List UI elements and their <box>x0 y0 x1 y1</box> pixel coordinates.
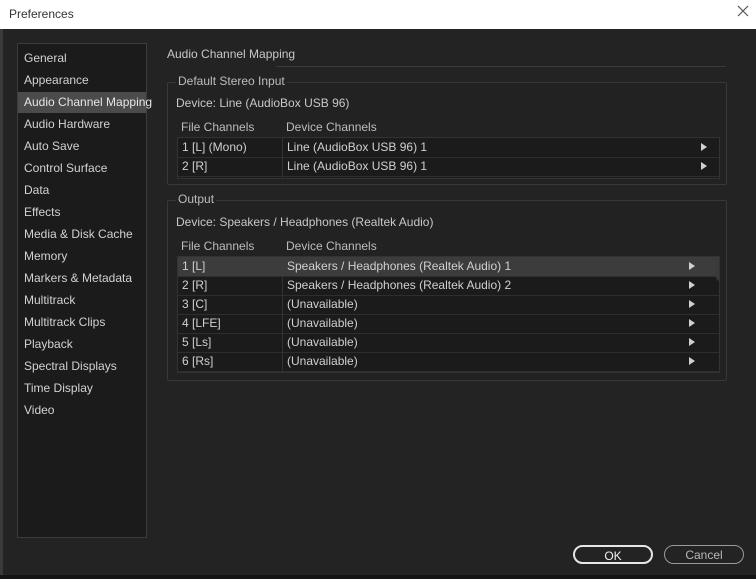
input-col-file-channels: File Channels <box>181 120 255 134</box>
channel-row[interactable]: 6 [Rs] (Unavailable) <box>178 352 719 372</box>
nav-item[interactable]: General <box>18 48 146 69</box>
nav-item[interactable]: Appearance <box>18 70 146 91</box>
file-channel-cell: 2 [R] <box>182 278 208 292</box>
default-stereo-input-group: Default Stereo Input Device: Line (Audio… <box>167 74 727 185</box>
preferences-nav-list: General Appearance Audio Channel Mapping Au… <box>17 43 152 538</box>
nav-item[interactable]: Data <box>18 180 146 201</box>
device-channel-cell: (Unavailable) <box>287 297 358 311</box>
nav-item[interactable]: Multitrack <box>18 290 146 311</box>
file-channel-cell: 4 [LFE] <box>182 316 221 330</box>
window-edge <box>0 29 3 579</box>
output-device-label: Device: Speakers / Headphones (Realtek A… <box>176 215 434 229</box>
triangle-right-icon[interactable] <box>701 162 707 170</box>
device-channel-cell: Speakers / Headphones (Realtek Audio) 1 <box>287 259 512 273</box>
nav-item[interactable]: Video <box>18 400 146 421</box>
section-divider <box>276 66 726 67</box>
section-title: Audio Channel Mapping <box>167 47 296 61</box>
close-icon[interactable] <box>736 4 750 18</box>
channel-row[interactable]: 5 [Ls] (Unavailable) <box>178 333 719 353</box>
output-col-file-channels: File Channels <box>181 239 255 253</box>
triangle-right-icon[interactable] <box>689 338 695 346</box>
input-device-label: Device: Line (AudioBox USB 96) <box>176 96 350 110</box>
channel-row[interactable]: 1 [L] Speakers / Headphones (Realtek Audi… <box>178 257 719 277</box>
table-scrollbar[interactable] <box>716 257 719 281</box>
file-channel-cell: 2 [R] <box>182 159 208 173</box>
default-stereo-input-legend: Default Stereo Input <box>176 74 287 88</box>
channel-row[interactable]: 1 [L] (Mono) Line (AudioBox USB 96) 1 <box>178 138 719 158</box>
channel-row[interactable]: 4 [LFE] (Unavailable) <box>178 314 719 334</box>
channel-row[interactable]: 2 [R] Line (AudioBox USB 96) 1 <box>178 157 719 177</box>
file-channel-cell: 1 [L] (Mono) <box>182 140 247 154</box>
nav-item[interactable]: Multitrack Clips <box>18 312 146 333</box>
device-channel-cell: (Unavailable) <box>287 335 358 349</box>
nav-item[interactable]: Auto Save <box>18 136 146 157</box>
channel-row[interactable]: 2 [R] Speakers / Headphones (Realtek Audi… <box>178 276 719 296</box>
nav-item[interactable]: Spectral Displays <box>18 356 146 377</box>
triangle-right-icon[interactable] <box>689 300 695 308</box>
input-channel-table: 1 [L] (Mono) Line (AudioBox USB 96) 12 [R… <box>177 137 720 179</box>
output-col-device-channels: Device Channels <box>286 239 377 253</box>
nav-item[interactable]: Audio Hardware <box>18 114 146 135</box>
nav-item[interactable]: Markers & Metadata <box>18 268 146 289</box>
device-channel-cell: Line (AudioBox USB 96) 1 <box>287 140 428 154</box>
file-channel-cell: 6 [Rs] <box>182 354 214 368</box>
triangle-right-icon[interactable] <box>689 357 695 365</box>
output-legend: Output <box>176 192 217 206</box>
triangle-right-icon[interactable] <box>689 262 695 270</box>
device-channel-cell: (Unavailable) <box>287 354 358 368</box>
device-channel-cell: (Unavailable) <box>287 316 358 330</box>
nav-item[interactable]: Media & Disk Cache <box>18 224 146 245</box>
nav-item[interactable]: Memory <box>18 246 146 267</box>
cancel-button[interactable]: Cancel <box>664 545 744 564</box>
window-title: Preferences <box>9 7 74 21</box>
device-channel-cell: Line (AudioBox USB 96) 1 <box>287 159 428 173</box>
input-col-device-channels: Device Channels <box>286 120 377 134</box>
file-channel-cell: 3 [C] <box>182 297 208 311</box>
output-group: Output Device: Speakers / Headphones (Re… <box>167 192 727 381</box>
nav-item[interactable]: Playback <box>18 334 146 355</box>
device-channel-cell: Speakers / Headphones (Realtek Audio) 2 <box>287 278 512 292</box>
triangle-right-icon[interactable] <box>701 143 707 151</box>
ok-button[interactable]: OK <box>573 545 653 564</box>
file-channel-cell: 1 [L] <box>182 259 206 273</box>
nav-item[interactable]: Audio Channel Mapping <box>18 92 152 113</box>
nav-item[interactable]: Control Surface <box>18 158 146 179</box>
output-channel-table: 1 [L] Speakers / Headphones (Realtek Audi… <box>177 256 720 373</box>
file-channel-cell: 5 [Ls] <box>182 335 212 349</box>
triangle-right-icon[interactable] <box>689 319 695 327</box>
channel-row[interactable]: 3 [C] (Unavailable) <box>178 295 719 315</box>
nav-item[interactable]: Time Display <box>18 378 146 399</box>
nav-item[interactable]: Effects <box>18 202 146 223</box>
bottom-strip <box>0 575 756 579</box>
title-bar: Preferences <box>0 0 756 29</box>
triangle-right-icon[interactable] <box>689 281 695 289</box>
